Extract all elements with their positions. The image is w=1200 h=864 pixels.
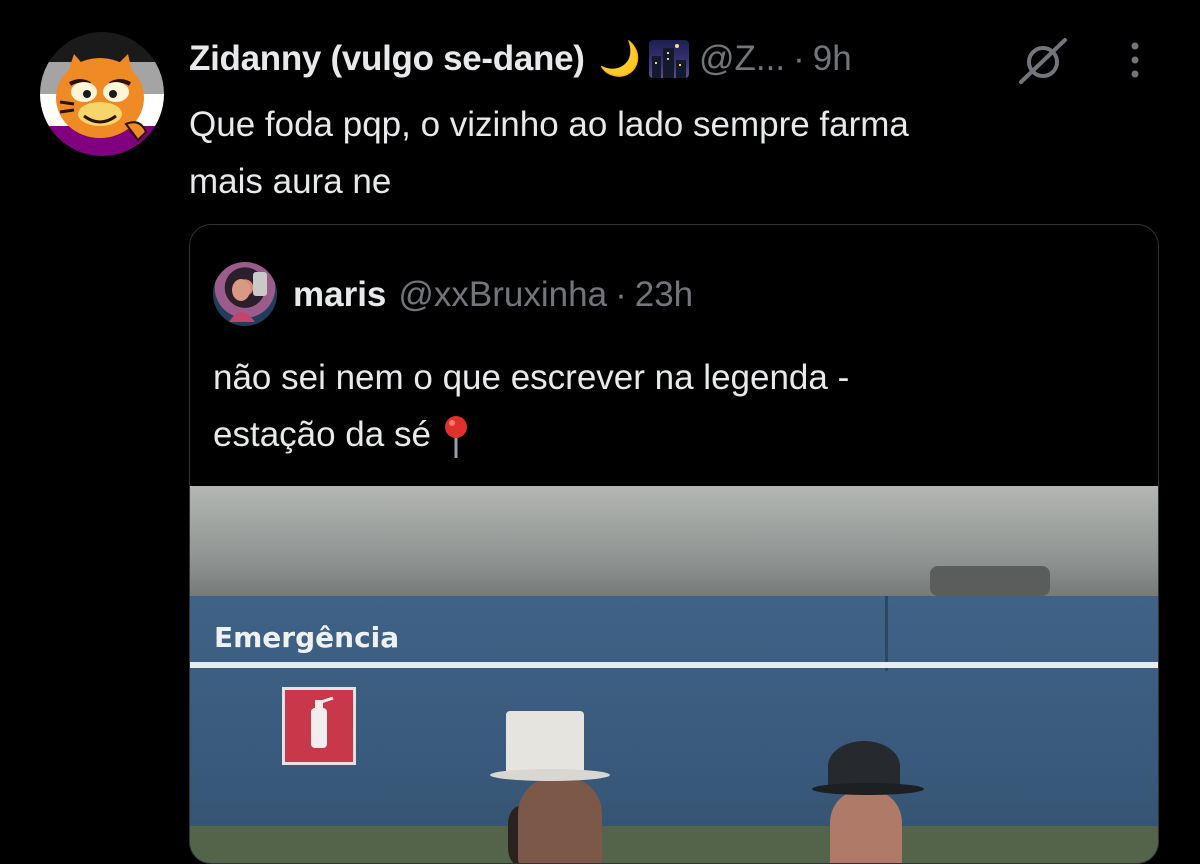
- quoted-text-line: estação da sé: [213, 406, 1133, 463]
- photo-sign-divider: [885, 596, 888, 671]
- quoted-tweet-media[interactable]: Emergência: [190, 486, 1158, 863]
- photo-ceiling-shadow: [930, 566, 1050, 596]
- round-pushpin-emoji-icon: [441, 414, 471, 460]
- tweet-text-line: Que foda pqp, o vizinho ao lado sempre f…: [189, 105, 909, 144]
- tweet-header: Zidanny (vulgo se-dane) 🌙 @Z... · 9h: [189, 34, 852, 84]
- quoted-tweet-timestamp[interactable]: 23h: [635, 275, 693, 315]
- quoted-tweet-header: maris @xxBruxinha · 23h: [293, 271, 693, 319]
- tweet-text: Que foda pqp, o vizinho ao lado sempre f…: [189, 96, 1109, 210]
- author-avatar[interactable]: [40, 32, 164, 156]
- quoted-author-name[interactable]: maris: [293, 275, 386, 315]
- photo-floor: [190, 826, 1158, 863]
- crescent-moon-emoji: 🌙: [598, 40, 641, 78]
- garfield-avatar-icon: [56, 54, 148, 142]
- grok-icon[interactable]: [1013, 36, 1073, 84]
- separator-dot: ·: [793, 39, 805, 78]
- photo-top-hat-brim: [490, 769, 610, 781]
- city-night-emoji-icon: [648, 40, 689, 78]
- quoted-text-line-2: estação da sé: [213, 415, 431, 455]
- tweet-timestamp[interactable]: 9h: [813, 39, 852, 79]
- photo-bowler-hat-brim: [812, 783, 924, 795]
- selfie-avatar-icon: [229, 272, 267, 322]
- more-vertical-icon[interactable]: [1124, 40, 1146, 80]
- quoted-tweet-text: não sei nem o que escrever na legenda - …: [213, 349, 1133, 463]
- author-handle[interactable]: @Z...: [699, 39, 785, 79]
- separator-dot: ·: [615, 275, 627, 314]
- tweet-text-line: mais aura ne: [189, 162, 392, 202]
- photo-top-hat: [506, 711, 584, 773]
- photo-white-stripe: [190, 662, 1158, 668]
- fire-extinguisher-sign-icon: [282, 687, 356, 765]
- quoted-author-avatar[interactable]: [213, 262, 277, 326]
- quoted-text-line: não sei nem o que escrever na legenda -: [213, 358, 850, 397]
- author-display-name[interactable]: Zidanny (vulgo se-dane): [189, 39, 585, 79]
- quoted-tweet-card[interactable]: maris @xxBruxinha · 23h não sei nem o qu…: [189, 224, 1159, 864]
- photo-man-left-face: [518, 778, 602, 863]
- emergency-sign-text: Emergência: [214, 621, 400, 654]
- quoted-author-handle[interactable]: @xxBruxinha: [398, 275, 607, 315]
